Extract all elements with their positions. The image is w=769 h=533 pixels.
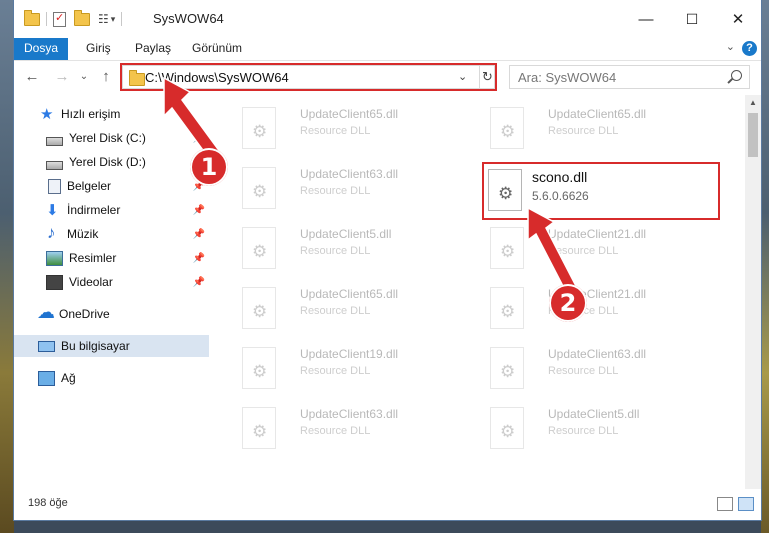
arrow-2 [527,206,577,294]
explorer-window: ☷ ▾ SysWOW64 — ☐ ✕ Dosya Giriş Paylaş Gö… [14,0,761,520]
desktop-background-right [761,0,769,533]
annotation-arrows [163,76,577,294]
step-1-badge: 1 [190,148,228,186]
desktop-background-left [0,0,14,533]
step-2-badge: 2 [549,284,587,322]
